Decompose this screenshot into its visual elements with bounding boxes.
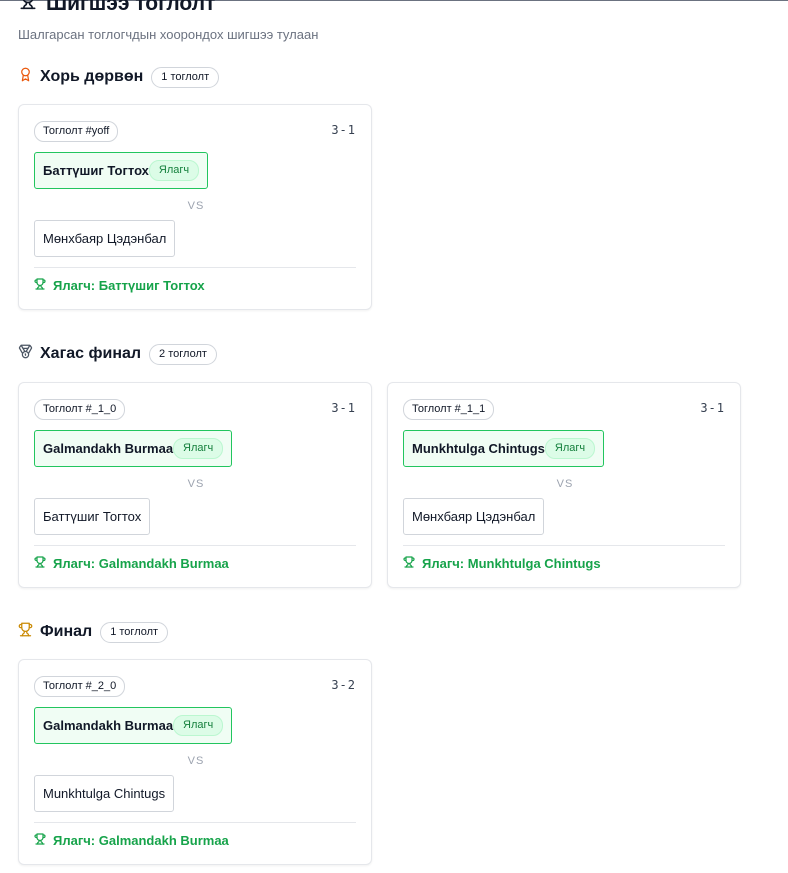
- player-winner[interactable]: Galmandakh Burmaa Ялагч: [34, 430, 233, 467]
- player-name: Мөнхбаяр Цэдэнбал: [412, 509, 536, 524]
- match-tag: Тоглолт #yoff: [34, 121, 119, 142]
- round-count-badge: 1 тоглолт: [151, 66, 220, 88]
- vs-label: VS: [187, 755, 205, 767]
- player-name: Galmandakh Burmaa: [43, 441, 174, 456]
- round-header-top24: Хорь дөрвөн 1 тоглолт: [18, 66, 220, 88]
- vs-label: VS: [187, 478, 205, 490]
- player-name: Баттүшиг Тогтох: [43, 163, 149, 178]
- winner-summary: Ялагч: Munkhtulga Chintugs: [403, 556, 601, 571]
- match-card[interactable]: Тоглолт #_1_1 3-1 Munkhtulga Chintugs Ял…: [387, 382, 741, 588]
- player-name: Баттүшиг Тогтох: [43, 509, 142, 524]
- page-title: Шигшээ тоглолт: [18, 0, 318, 18]
- winner-badge: Ялагч: [544, 438, 596, 459]
- winner-text: Ялагч: Galmandakh Burmaa: [53, 833, 229, 848]
- player-name: Munkhtulga Chintugs: [43, 786, 166, 801]
- winner-badge: Ялагч: [173, 715, 224, 736]
- player-name: Galmandakh Burmaa: [43, 718, 174, 733]
- round-count-badge: 2 тоглолт: [149, 343, 217, 365]
- trophy-icon: [34, 833, 46, 848]
- match-score: 3-2: [331, 678, 356, 692]
- match-card[interactable]: Тоглолт #yoff 3-1 Баттүшиг Тогтох Ялагч …: [18, 104, 372, 310]
- match-card[interactable]: Тоглолт #_1_0 3-1 Galmandakh Burmaa Ялаг…: [18, 382, 372, 588]
- match-card[interactable]: Тоглолт #_2_0 3-2 Galmandakh Burmaa Ялаг…: [18, 659, 372, 865]
- winner-badge: Ялагч: [173, 438, 224, 459]
- player-loser[interactable]: Munkhtulga Chintugs: [34, 775, 175, 812]
- player-winner[interactable]: Баттүшиг Тогтох Ялагч: [34, 152, 209, 189]
- page-title-text: Шигшээ тоглолт: [46, 0, 216, 15]
- player-winner[interactable]: Munkhtulga Chintugs Ялагч: [403, 430, 605, 467]
- round-header-semifinal: Хагас финал 2 тоглолт: [18, 343, 217, 365]
- round-header-final: Финал 1 тоглолт: [18, 621, 169, 643]
- match-tag: Тоглолт #_1_1: [403, 399, 495, 420]
- divider: [34, 545, 356, 546]
- divider: [34, 267, 356, 268]
- winner-summary: Ялагч: Galmandakh Burmaa: [34, 556, 229, 571]
- vs-label: VS: [187, 200, 205, 212]
- match-score: 3-1: [331, 123, 356, 137]
- medal-icon: [18, 344, 40, 364]
- winner-summary: Ялагч: Galmandakh Burmaa: [34, 833, 229, 848]
- trophy-icon: [34, 556, 46, 571]
- player-name: Munkhtulga Chintugs: [412, 441, 545, 456]
- trophy-icon: [34, 278, 46, 293]
- winner-text: Ялагч: Galmandakh Burmaa: [53, 556, 229, 571]
- winner-text: Ялагч: Munkhtulga Chintugs: [422, 556, 601, 571]
- round-name: Финал: [40, 623, 93, 640]
- divider: [403, 545, 725, 546]
- trophy-icon: [18, 0, 38, 18]
- player-winner[interactable]: Galmandakh Burmaa Ялагч: [34, 707, 233, 744]
- winner-text: Ялагч: Баттүшиг Тогтох: [53, 278, 205, 293]
- trophy-icon: [18, 622, 40, 642]
- player-loser[interactable]: Мөнхбаяр Цэдэнбал: [403, 498, 545, 535]
- player-loser[interactable]: Мөнхбаяр Цэдэнбал: [34, 220, 176, 257]
- page-header: Шигшээ тоглолт Шалгарсан тоглогчдын хоор…: [18, 0, 318, 43]
- round-name: Хагас финал: [40, 345, 142, 362]
- match-tag: Тоглолт #_2_0: [34, 676, 126, 697]
- divider: [34, 822, 356, 823]
- winner-badge: Ялагч: [148, 160, 200, 181]
- trophy-icon: [403, 556, 415, 571]
- player-name: Мөнхбаяр Цэдэнбал: [43, 231, 167, 246]
- round-count-badge: 1 тоглолт: [100, 621, 169, 643]
- vs-label: VS: [556, 478, 574, 490]
- award-ribbon-icon: [18, 67, 40, 87]
- page-subtitle: Шалгарсан тоглогчдын хоорондох шигшээ ту…: [18, 27, 319, 42]
- match-score: 3-1: [700, 401, 725, 415]
- winner-summary: Ялагч: Баттүшиг Тогтох: [34, 278, 205, 293]
- player-loser[interactable]: Баттүшиг Тогтох: [34, 498, 151, 535]
- match-tag: Тоглолт #_1_0: [34, 399, 126, 420]
- match-score: 3-1: [331, 401, 356, 415]
- round-name: Хорь дөрвөн: [40, 68, 144, 85]
